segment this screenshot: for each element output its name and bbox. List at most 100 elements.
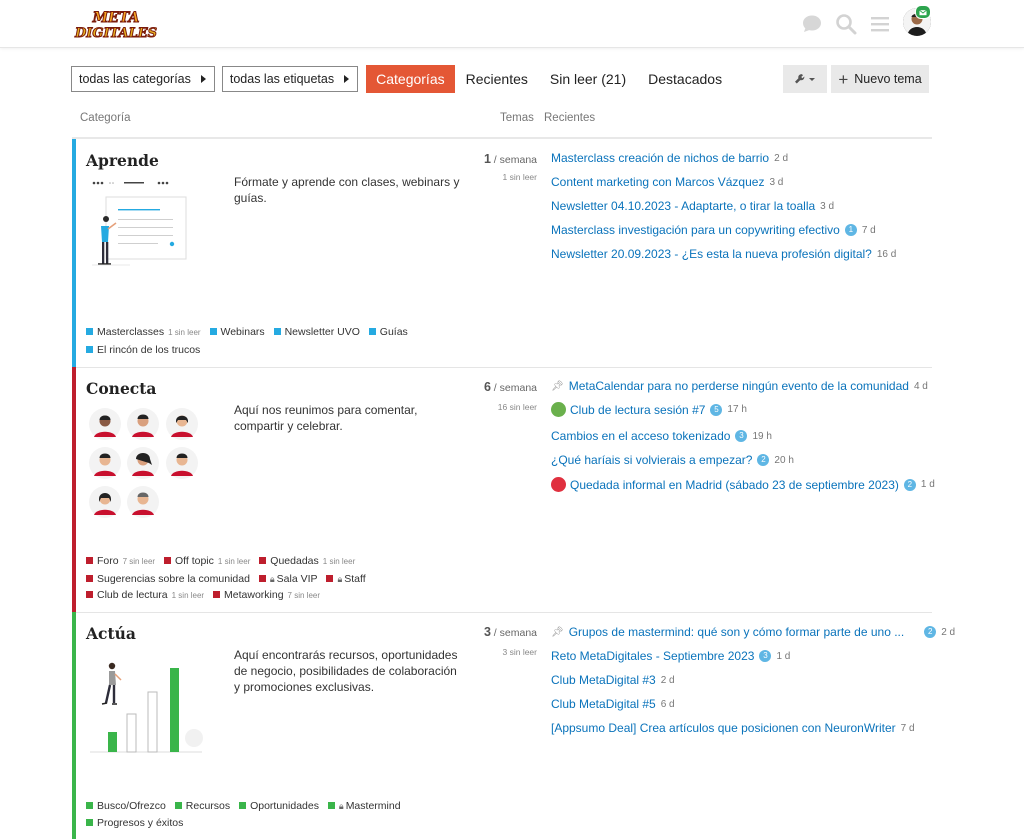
subcategory-name: Progresos y éxitos: [97, 816, 184, 829]
subcategory-name: Sugerencias sobre la comunidad: [97, 572, 250, 585]
new-posts-badge[interactable]: 3: [735, 430, 748, 442]
topic-title[interactable]: [Appsumo Deal] Crea artículos que posici…: [551, 721, 896, 735]
chat-icon[interactable]: [800, 12, 824, 36]
subcategory-name: Newsletter UVO: [284, 326, 360, 338]
subcategory-foro[interactable]: Foro 7 sin leer: [86, 553, 155, 571]
latest-topic: Newsletter 20.09.2023 - ¿Es esta la nuev…: [551, 247, 896, 261]
nav-tab-categories[interactable]: Categorías: [366, 65, 455, 93]
topic-title[interactable]: ¿Qué haríais si volvierais a empezar?: [551, 453, 752, 467]
new-posts-badge[interactable]: 3: [759, 650, 772, 662]
plus-icon: +: [838, 69, 849, 89]
topic-title[interactable]: Masterclass investigación para un copywr…: [551, 223, 840, 237]
topic-title[interactable]: Quedada informal en Madrid (sábado 23 de…: [570, 478, 899, 492]
caret-right-icon: [200, 75, 206, 83]
subcategory-name: Foro: [97, 555, 119, 567]
new-topic-button[interactable]: + Nuevo tema: [831, 65, 929, 93]
topic-title[interactable]: Newsletter 20.09.2023 - ¿Es esta la nuev…: [551, 247, 872, 261]
subcategory-color-square: [86, 345, 93, 353]
new-posts-badge[interactable]: 2: [903, 478, 916, 491]
topic-age: 2 d: [774, 152, 789, 164]
nav-tab-latest[interactable]: Recientes: [455, 65, 539, 93]
subcategory-mastermind[interactable]: 🔒︎ Mastermind: [327, 798, 401, 815]
site-logo[interactable]: META DIGITALES: [72, 8, 160, 42]
subcategory-off-topic[interactable]: Off topic 1 sin leer: [163, 553, 250, 571]
topic-title[interactable]: Club MetaDigital #5: [551, 697, 656, 711]
category-description: Aquí encontrarás recursos, oportunidades…: [234, 648, 458, 694]
subcategory-rincon-trucos[interactable]: El rincón de los trucos: [86, 342, 200, 359]
lock-icon: 🔒︎: [337, 573, 343, 584]
wrench-icon: [795, 74, 815, 84]
subcategory-guias[interactable]: Guías: [368, 324, 408, 341]
topics-unit: / semana: [490, 627, 537, 639]
subcategory-sugerencias[interactable]: Sugerencias sobre la comunidad: [86, 571, 250, 588]
topic-age: 6 d: [660, 698, 675, 710]
subcategory-list: Masterclasses 1 sin leer Webinars Newslet…: [86, 324, 446, 358]
subcategory-name: Staff: [344, 572, 366, 585]
latest-topic: 📌︎ Grupos de mastermind: qué son y cómo f…: [551, 625, 955, 639]
new-posts-badge[interactable]: 1: [844, 224, 857, 236]
subcategory-list: Foro 7 sin leer Off topic 1 sin leer Queda…: [86, 553, 446, 605]
category-name[interactable]: Conecta: [86, 379, 156, 398]
topic-title[interactable]: Content marketing con Marcos Vázquez: [551, 175, 764, 189]
nav-tab-featured[interactable]: Destacados: [637, 65, 733, 93]
subcategory-recursos[interactable]: Recursos: [174, 798, 231, 815]
caret-right-icon: [344, 75, 350, 83]
subcategory-staff[interactable]: 🔒︎ Staff: [326, 571, 366, 588]
topic-age: 4 d: [913, 380, 928, 392]
new-posts-badge[interactable]: 2: [757, 454, 770, 466]
category-unread-count[interactable]: 16 sin leer: [452, 402, 537, 412]
topic-age: 3 d: [769, 176, 784, 188]
subcategory-busco-ofrezco[interactable]: Busco/Ofrezco: [86, 798, 166, 815]
subcategory-metaworking[interactable]: Metaworking 7 sin leer: [213, 587, 320, 605]
svg-text:DIGITALES: DIGITALES: [74, 26, 157, 40]
subcategory-color-square: [213, 591, 221, 598]
subcategory-color-square: [368, 328, 376, 335]
subcategory-name: Recursos: [185, 800, 231, 812]
subcategory-progresos-exitos[interactable]: Progresos y éxitos: [86, 815, 183, 832]
category-color-bar: [72, 139, 76, 367]
new-topic-label: Nuevo tema: [854, 72, 922, 86]
topic-title[interactable]: Cambios en el acceso tokenizado: [551, 429, 730, 443]
category-name[interactable]: Aprende: [86, 151, 159, 170]
topic-title[interactable]: Masterclass creación de nichos de barrio: [551, 151, 769, 165]
topic-title[interactable]: Club MetaDigital #3: [551, 673, 656, 687]
topic-title[interactable]: Grupos de mastermind: qué son y cómo for…: [569, 625, 905, 639]
category-name[interactable]: Actúa: [86, 624, 136, 643]
navigation-bar: todas las categorías todas las etiquetas…: [71, 65, 733, 93]
categories-dropdown[interactable]: todas las categorías: [71, 66, 215, 92]
new-posts-badge[interactable]: 5: [710, 403, 723, 416]
subcategory-club-lectura[interactable]: Club de lectura 1 sin leer: [86, 587, 204, 605]
subcategory-newsletter-uvo[interactable]: Newsletter UVO: [273, 324, 360, 341]
subcategory-masterclasses[interactable]: Masterclasses 1 sin leer: [86, 324, 201, 342]
new-posts-badge[interactable]: 2: [924, 626, 937, 638]
latest-topic: Masterclass investigación para un copywr…: [551, 223, 876, 237]
subcategory-quedadas[interactable]: Quedadas 1 sin leer: [259, 553, 355, 571]
topic-age: 19 h: [752, 430, 772, 442]
subcategory-color-square: [326, 574, 334, 582]
lock-icon: 🔒︎: [269, 573, 275, 584]
pin-icon: 📌︎: [551, 626, 564, 638]
notification-badge[interactable]: [915, 5, 931, 19]
category-description: Fórmate y aprende con clases, webinars y…: [234, 175, 460, 205]
search-icon[interactable]: [834, 12, 858, 36]
latest-topic: Content marketing con Marcos Vázquez 3 d: [551, 175, 783, 189]
tags-dropdown[interactable]: todas las etiquetas: [221, 66, 359, 92]
nav-tab-unread[interactable]: Sin leer (21): [539, 65, 637, 93]
topic-age: 7 d: [861, 224, 876, 236]
admin-tools-button[interactable]: [783, 65, 827, 93]
category-unread-count[interactable]: 1 sin leer: [452, 172, 538, 182]
category-unread-count[interactable]: 3 sin leer: [452, 647, 538, 657]
topic-title[interactable]: Newsletter 04.10.2023 - Adaptarte, o tir…: [551, 199, 815, 213]
latest-topic: Club MetaDigital #3 2 d: [551, 673, 675, 687]
topics-number: 3: [483, 625, 491, 639]
topic-title[interactable]: Club de lectura sesión #7: [570, 403, 705, 417]
topics-unit: / semana: [490, 382, 537, 394]
category-illustration: [88, 658, 208, 763]
subcategory-color-square: [86, 574, 93, 582]
hamburger-icon[interactable]: [868, 12, 892, 36]
subcategory-sala-vip[interactable]: 🔒︎ Sala VIP: [258, 571, 318, 588]
topic-title[interactable]: MetaCalendar para no perderse ningún eve…: [569, 379, 909, 393]
topic-title[interactable]: Reto MetaDigitales - Septiembre 2023: [551, 649, 754, 663]
subcategory-oportunidades[interactable]: Oportunidades: [239, 798, 319, 815]
subcategory-webinars[interactable]: Webinars: [209, 324, 265, 341]
